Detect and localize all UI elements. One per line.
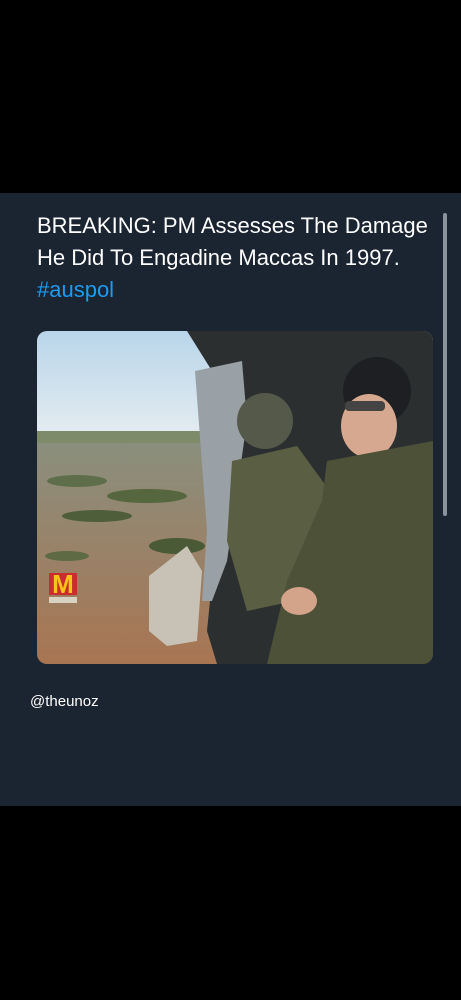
tree-patch [45, 551, 89, 561]
tweet-body: BREAKING: PM Assesses The Damage He Did … [37, 213, 428, 270]
photo-illustration: M [37, 331, 433, 664]
author-handle: @theunoz [30, 693, 99, 710]
bottom-black-band [0, 806, 461, 1000]
scrollbar[interactable] [443, 213, 447, 516]
tree-patch [47, 475, 107, 487]
mcdonalds-sign-strip [49, 597, 77, 603]
passenger-glasses [345, 401, 385, 411]
passenger-hands [281, 587, 317, 615]
crew-helmet [237, 393, 293, 449]
mcdonalds-logo-icon: M [52, 569, 74, 599]
tree-patch [62, 510, 132, 522]
tweet-photo[interactable]: M [37, 331, 433, 664]
tree-patch [107, 489, 187, 503]
tweet-text: BREAKING: PM Assesses The Damage He Did … [37, 210, 432, 306]
screenshot-page: BREAKING: PM Assesses The Damage He Did … [0, 0, 461, 1000]
tree-patch [149, 538, 205, 554]
top-black-band [0, 0, 461, 193]
hashtag-link[interactable]: #auspol [37, 277, 114, 302]
horizon-land [37, 431, 227, 445]
